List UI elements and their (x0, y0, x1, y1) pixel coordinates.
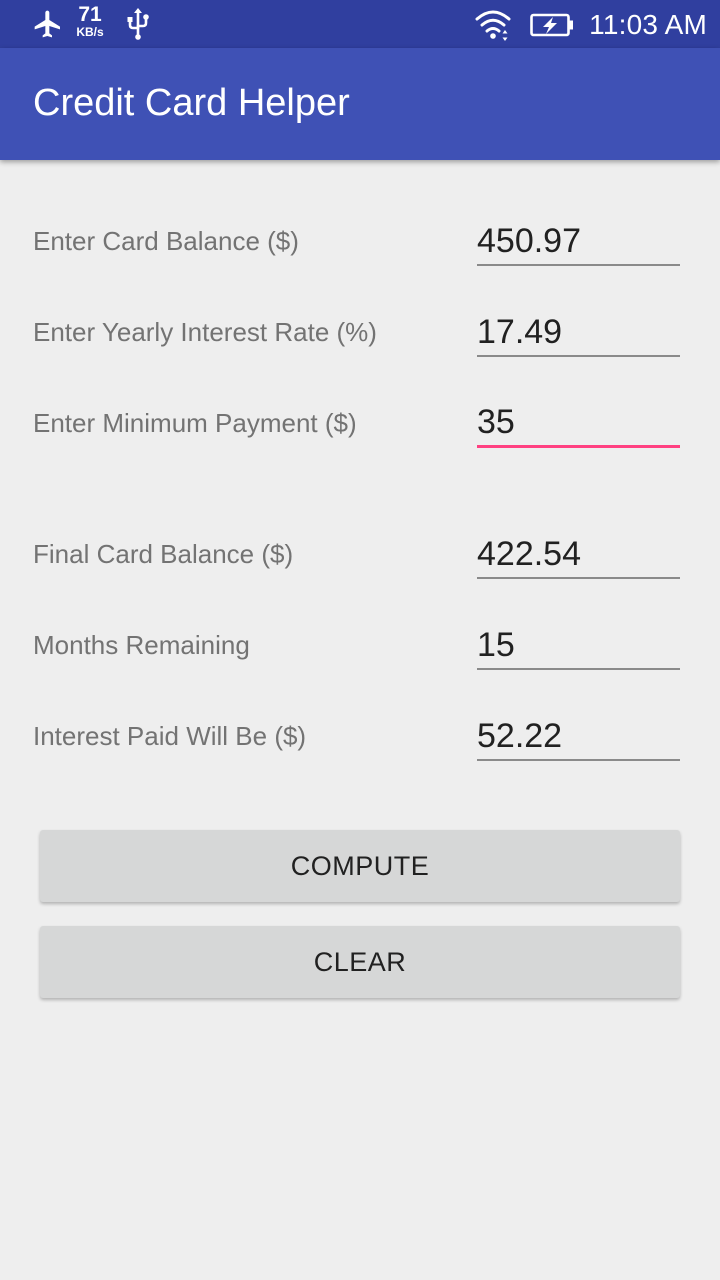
minimum-payment-input[interactable] (477, 400, 680, 448)
app-title: Credit Card Helper (33, 82, 350, 124)
card-balance-label: Enter Card Balance ($) (33, 226, 299, 256)
card-balance-input[interactable] (477, 218, 680, 266)
interest-paid-field[interactable] (477, 713, 680, 761)
interest-rate-label: Enter Yearly Interest Rate (%) (33, 317, 377, 347)
network-speed-value: 71 (78, 3, 102, 26)
compute-button[interactable]: COMPUTE (40, 830, 680, 902)
wifi-icon (475, 10, 511, 41)
final-balance-field[interactable] (477, 531, 680, 579)
interest-paid-label: Interest Paid Will Be ($) (33, 721, 307, 751)
usb-icon (127, 8, 149, 40)
final-balance-label: Final Card Balance ($) (33, 539, 294, 569)
interest-rate-input[interactable] (477, 309, 680, 357)
months-remaining-field[interactable] (477, 622, 680, 670)
months-remaining-label: Months Remaining (33, 630, 250, 660)
network-speed: 71 KB/s (70, 4, 110, 38)
clear-button[interactable]: CLEAR (40, 926, 680, 998)
airplane-mode-icon (34, 10, 60, 38)
app-bar: Credit Card Helper (0, 48, 720, 160)
status-bar: 71 KB/s 11:03 AM (0, 0, 720, 48)
battery-charging-icon (530, 13, 573, 37)
network-speed-unit: KB/s (76, 25, 104, 39)
clock: 11:03 AM (589, 9, 707, 40)
minimum-payment-label: Enter Minimum Payment ($) (33, 408, 357, 438)
